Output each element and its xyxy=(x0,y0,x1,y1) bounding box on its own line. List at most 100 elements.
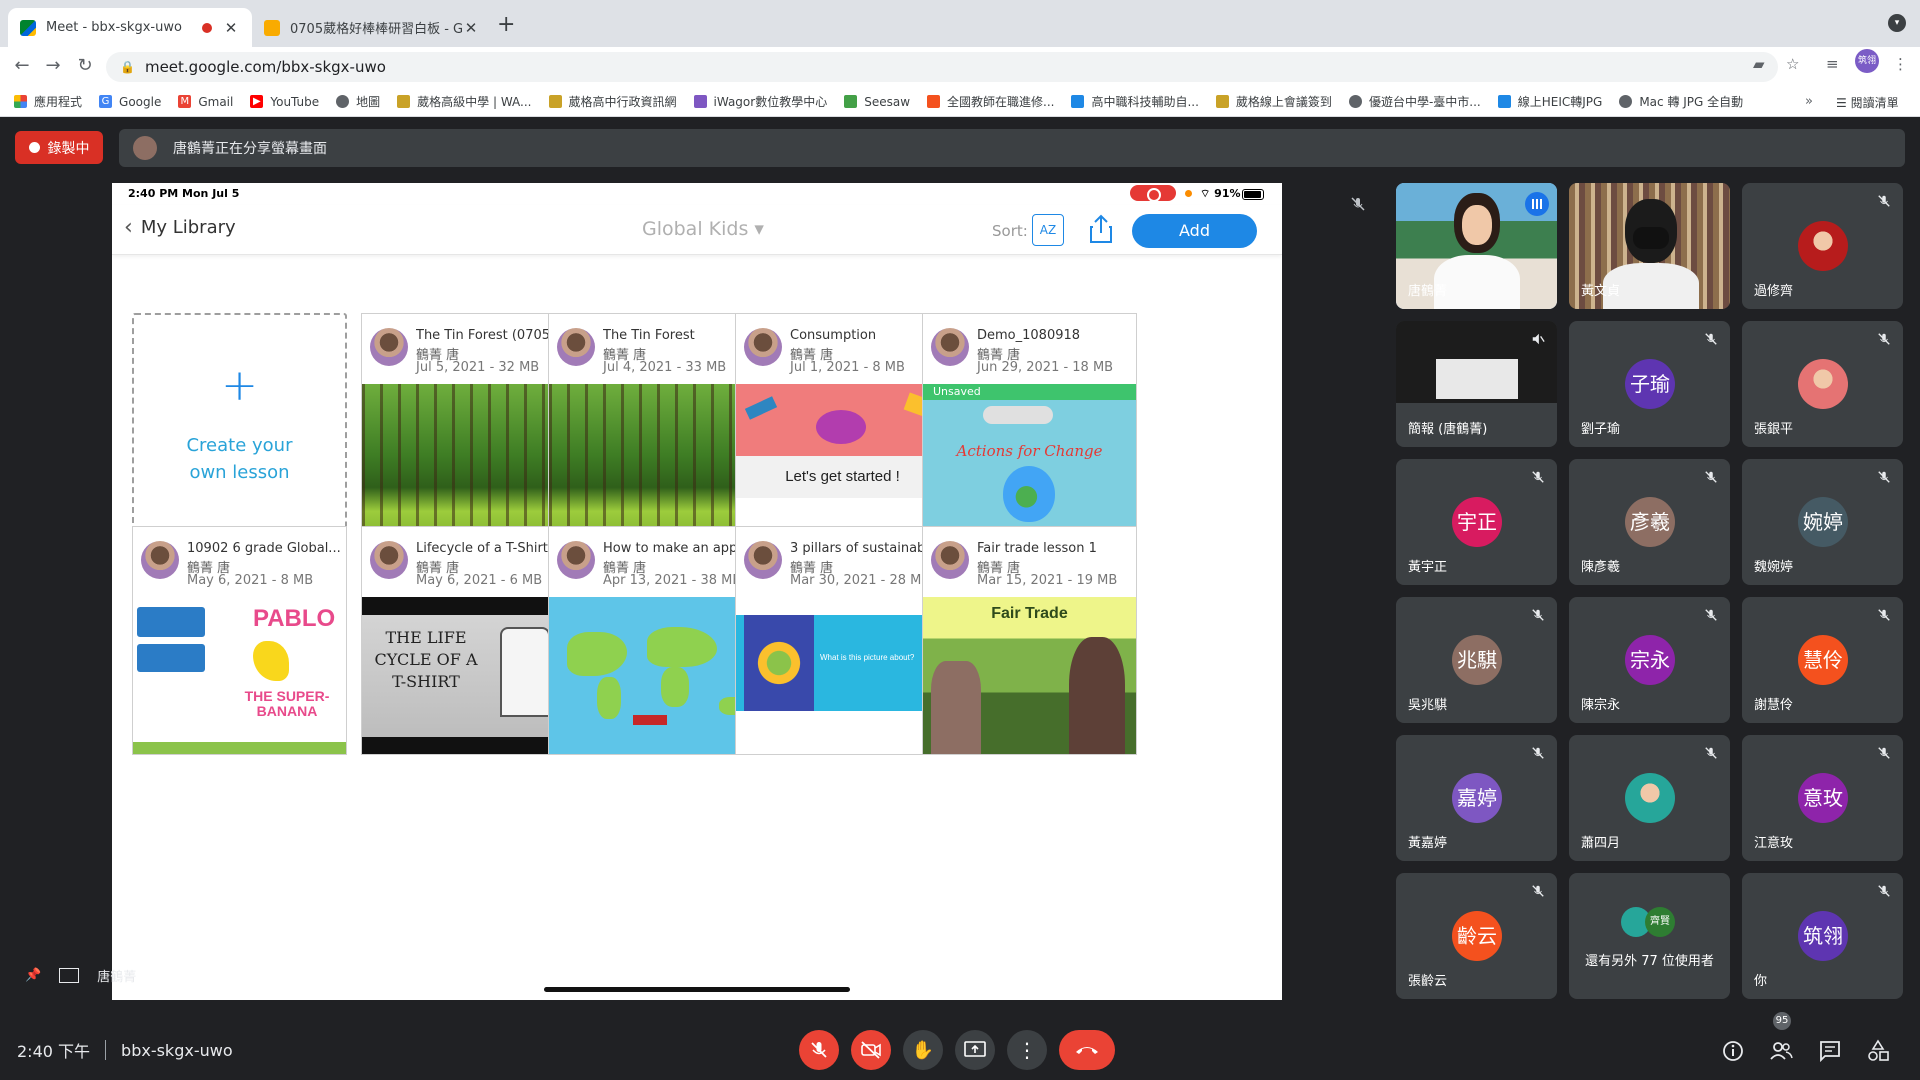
people-icon[interactable] xyxy=(1768,1038,1794,1064)
author-avatar xyxy=(744,328,782,366)
participant-tile[interactable]: 兆騏 吳兆騏 xyxy=(1396,597,1557,723)
pin-icon[interactable]: 📌 xyxy=(25,968,41,983)
chat-icon[interactable] xyxy=(1817,1038,1843,1064)
new-tab-icon[interactable]: + xyxy=(497,12,515,37)
present-screen-icon xyxy=(964,1041,986,1057)
reading-list-button[interactable]: ☰ 閱讀清單 xyxy=(1836,94,1899,111)
address-bar: ← → ↻ 🔒 meet.google.com/bbx-skgx-uwo ▰ ☆… xyxy=(0,47,1920,87)
participant-tile[interactable]: 過修齊 xyxy=(1742,183,1903,309)
mic-toggle-button[interactable] xyxy=(799,1030,839,1070)
participant-tile[interactable]: 彥羲 陳彥羲 xyxy=(1569,459,1730,585)
participant-tile[interactable]: 齊賢 還有另外 77 位使用者 xyxy=(1569,873,1730,999)
participant-tile[interactable]: 簡報 (唐鶴菁) xyxy=(1396,321,1557,447)
lesson-card[interactable]: 10902 6 grade Global... 鶴菁 唐 May 6, 2021… xyxy=(132,526,347,755)
participant-tile[interactable]: 黃文貞 xyxy=(1569,183,1730,309)
youtube-icon: ▶ xyxy=(250,95,264,108)
plus-icon: + xyxy=(221,360,258,411)
bookmark-item[interactable]: 高中職科技輔助自... xyxy=(1071,93,1199,110)
lesson-card[interactable]: The Tin Forest 鶴菁 唐 Jul 4, 2021 - 33 MB xyxy=(548,313,763,542)
bookmark-item[interactable]: Seesaw xyxy=(844,95,910,109)
present-icon[interactable] xyxy=(59,968,80,983)
bookmark-item[interactable]: M Gmail xyxy=(178,95,233,109)
close-icon[interactable]: ✕ xyxy=(222,19,240,37)
participant-tile[interactable]: 宇正 黃宇正 xyxy=(1396,459,1557,585)
participant-tile[interactable]: 筑翎你 xyxy=(1742,873,1903,999)
mic-off-icon xyxy=(1532,471,1544,483)
lesson-card[interactable]: The Tin Forest (0705... 鶴菁 唐 Jul 5, 2021… xyxy=(361,313,576,542)
apps-grid-icon xyxy=(14,95,27,108)
participant-tile[interactable]: 宗永 陳宗永 xyxy=(1569,597,1730,723)
sort-az-button[interactable]: AZ xyxy=(1032,214,1064,246)
lesson-card[interactable]: Lifecycle of a T-Shirt (1) 鶴菁 唐 May 6, 2… xyxy=(361,526,576,755)
bookmark-label: 高中職科技輔助自... xyxy=(1091,95,1199,109)
profile-avatar[interactable]: 筑翎 xyxy=(1855,49,1879,73)
pablo-slide: PABLO THE SUPER-BANANA xyxy=(133,597,346,754)
mic-off-icon xyxy=(1532,609,1544,621)
lesson-card[interactable]: Fair trade lesson 1 鶴菁 唐 Mar 15, 2021 - … xyxy=(922,526,1137,755)
participant-tile[interactable]: 嘉婷 黃嘉婷 xyxy=(1396,735,1557,861)
lesson-meta: Jun 29, 2021 - 18 MB xyxy=(977,360,1114,375)
back-arrow-icon[interactable]: ← xyxy=(10,55,34,76)
mic-off-icon xyxy=(1878,747,1890,759)
participant-name: 過修齊 xyxy=(1754,284,1794,299)
more-vert-icon: ⋮ xyxy=(1017,1038,1037,1062)
participant-tile[interactable]: 婉婷 魏婉婷 xyxy=(1742,459,1903,585)
forward-arrow-icon[interactable]: → xyxy=(41,55,65,76)
bookmark-item[interactable]: 線上HEIC轉JPG xyxy=(1497,93,1602,110)
bookmark-item[interactable]: 地圖 xyxy=(336,93,380,110)
author-avatar xyxy=(744,541,782,579)
participant-tile[interactable]: 張銀平 xyxy=(1742,321,1903,447)
bookmark-star-icon[interactable]: ☆ xyxy=(1786,55,1799,73)
participant-tile[interactable]: 齡云 張齡云 xyxy=(1396,873,1557,999)
recording-indicator[interactable]: 錄製中 xyxy=(15,131,103,164)
bookmark-item[interactable]: G Google xyxy=(99,95,161,109)
bookmark-item[interactable]: 優遊台中學-臺中市... xyxy=(1348,93,1481,110)
bookmarks-more-icon[interactable]: » xyxy=(1805,94,1813,109)
info-icon[interactable] xyxy=(1720,1038,1746,1064)
home-indicator xyxy=(544,987,850,992)
participant-tile[interactable]: 慧伶 謝慧伶 xyxy=(1742,597,1903,723)
camera-icon[interactable]: ▰ xyxy=(1753,55,1765,73)
tab-meet[interactable]: Meet - bbx-skgx-uwo ✕ xyxy=(8,8,252,47)
reload-icon[interactable]: ↻ xyxy=(73,55,97,76)
lesson-card[interactable]: Consumption 鶴菁 唐 Jul 1, 2021 - 8 MB Let'… xyxy=(735,313,950,542)
more-options-button[interactable]: ⋮ xyxy=(1007,1030,1047,1070)
activities-icon[interactable] xyxy=(1865,1038,1891,1064)
share-icon[interactable] xyxy=(1087,213,1115,245)
url-field[interactable]: 🔒 meet.google.com/bbx-skgx-uwo xyxy=(106,52,1778,82)
bookmark-item[interactable]: Mac 轉 JPG 全自動 xyxy=(1619,93,1743,110)
google-icon: G xyxy=(99,95,113,108)
add-button[interactable]: Add xyxy=(1132,214,1257,248)
present-now-button[interactable] xyxy=(955,1030,995,1070)
participant-photo xyxy=(1798,221,1848,271)
bookmark-item[interactable]: 全國教師在職進修... xyxy=(927,93,1054,110)
bookmark-item[interactable]: ▶ YouTube xyxy=(250,95,319,109)
lesson-card[interactable]: How to make an appl... 鶴菁 唐 Apr 13, 2021… xyxy=(548,526,763,755)
bookmark-item[interactable]: iWagor數位教學中心 xyxy=(693,93,827,110)
participant-tile[interactable]: 唐鶴菁 xyxy=(1396,183,1557,309)
ship-icon xyxy=(633,715,667,725)
media-control-icon[interactable]: ≡ xyxy=(1826,55,1839,73)
camera-toggle-button[interactable] xyxy=(851,1030,891,1070)
lesson-card[interactable]: 3 pillars of sustainability 鶴菁 唐 Mar 30,… xyxy=(735,526,950,755)
tab-search-icon[interactable]: ▾ xyxy=(1888,14,1906,32)
participant-tile[interactable]: 子瑜 劉子瑜 xyxy=(1569,321,1730,447)
participant-tile[interactable]: 蕭四月 xyxy=(1569,735,1730,861)
create-lesson-card[interactable]: + Create your own lesson xyxy=(132,313,347,542)
participant-name: 唐鶴菁 xyxy=(1408,284,1448,299)
hand-icon: ✋ xyxy=(911,1039,935,1061)
bookmark-item[interactable]: 葳格高中行政資訊網 xyxy=(548,93,677,110)
bookmark-item[interactable]: 葳格線上會議簽到 xyxy=(1215,93,1332,110)
library-title[interactable]: Global Kids ▾ xyxy=(642,218,764,240)
tab-whiteboard[interactable]: 0705葳格好棒棒研習白板 - Goo ✕ xyxy=(252,8,492,47)
lesson-card[interactable]: Demo_1080918 鶴菁 唐 Jun 29, 2021 - 18 MB U… xyxy=(922,313,1137,542)
back-button[interactable]: ‹ My Library xyxy=(124,215,236,240)
bookmark-item[interactable]: 應用程式 xyxy=(14,93,82,110)
lesson-card-header: Demo_1080918 鶴菁 唐 Jun 29, 2021 - 18 MB xyxy=(923,314,1136,384)
more-menu-icon[interactable]: ⋮ xyxy=(1893,55,1908,73)
close-icon[interactable]: ✕ xyxy=(462,19,480,37)
bookmark-item[interactable]: 葳格高級中學 | WA... xyxy=(397,93,532,110)
participant-tile[interactable]: 意玫 江意玫 xyxy=(1742,735,1903,861)
leave-call-button[interactable] xyxy=(1059,1030,1115,1070)
raise-hand-button[interactable]: ✋ xyxy=(903,1030,943,1070)
